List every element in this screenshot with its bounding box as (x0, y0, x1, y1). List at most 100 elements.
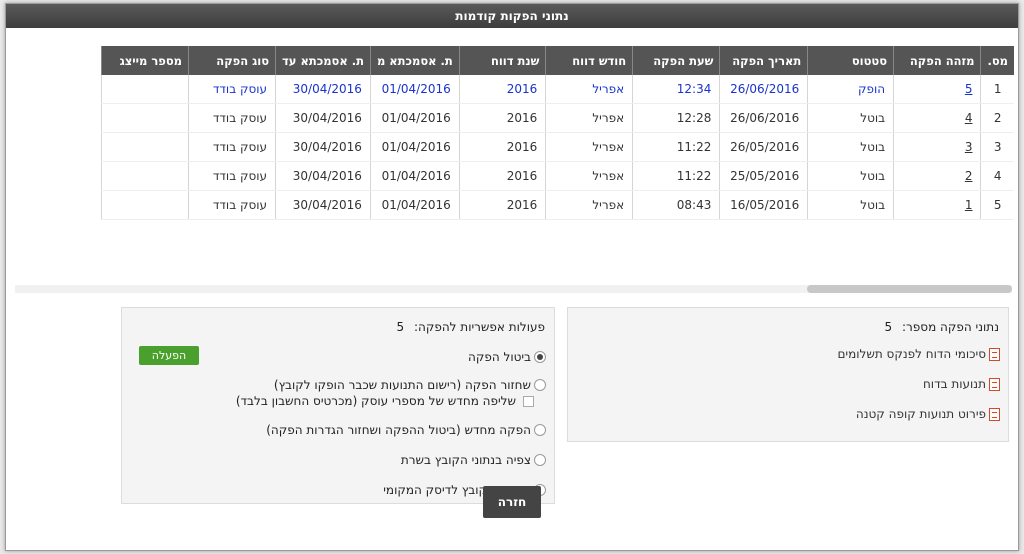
production-id[interactable]: 4 (965, 111, 973, 125)
cell-status: הופק (807, 75, 894, 104)
radio-icon[interactable] (534, 379, 546, 391)
cell-year: 2016 (458, 190, 546, 220)
row-num: 2 (980, 103, 1014, 133)
cell-ref-from: 01/04/2016 (369, 103, 460, 133)
option-label: הפקה מחדש (ביטול ההפקה ושחזור הגדרות הפק… (266, 423, 531, 437)
production-id-link[interactable]: 4 (893, 103, 981, 133)
run-button[interactable]: הפעלה (139, 346, 199, 365)
radio-icon[interactable] (534, 454, 546, 466)
col-header-ref-to[interactable]: ת. אסמכתא עד (275, 46, 371, 75)
cell-status: בוטל (807, 190, 894, 220)
col-header-empty (17, 46, 102, 75)
link-petty-cash[interactable]: פירוט תנועות קופה קטנה (856, 407, 1000, 421)
checkbox-icon[interactable] (523, 395, 534, 407)
table-row[interactable]: 4 2 בוטל 25/05/2016 11:22 אפריל 2016 01/… (17, 161, 1014, 191)
radio-icon[interactable] (534, 424, 546, 436)
cell-ref-to: 30/04/2016 (275, 75, 371, 104)
col-header-rep-number[interactable]: מספר מייצג (100, 46, 189, 75)
option-reproduce[interactable]: הפקה מחדש (ביטול ההפקה ושחזור הגדרות הפק… (266, 423, 546, 437)
production-id-link[interactable]: 1 (893, 190, 981, 220)
link-report-summary[interactable]: סיכומי הדוח לפנקס תשלומים (837, 347, 1000, 361)
col-header-year[interactable]: שנת דווח (458, 46, 546, 75)
cell-type: עוסק בודד (187, 190, 276, 220)
cell-ref-to: 30/04/2016 (275, 190, 371, 220)
cell-ref-from: 01/04/2016 (369, 132, 460, 162)
cell-type: עוסק בודד (187, 103, 276, 133)
cell-year: 2016 (458, 75, 546, 104)
cell-rep-number (100, 190, 189, 220)
productions-grid: מס. מזהה הפקה סטטוס תאריך הפקה שעת הפקה … (17, 46, 1014, 220)
pdf-icon (989, 407, 1000, 421)
cell-empty (17, 104, 101, 133)
col-header-date[interactable]: תאריך הפקה (719, 46, 808, 75)
cell-rep-number (100, 161, 189, 191)
cell-time: 11:22 (632, 161, 720, 191)
table-row[interactable]: 2 4 בוטל 26/06/2016 12:28 אפריל 2016 01/… (17, 103, 1014, 133)
cell-month: אפריל (545, 75, 633, 104)
horizontal-scrollbar[interactable] (15, 285, 1012, 293)
col-header-ref-from[interactable]: ת. אסמכתא מ (369, 46, 460, 75)
row-num: 1 (980, 75, 1014, 104)
info-production-number: 5 (884, 320, 893, 334)
actions-title-text: פעולות אפשריות להפקה: (413, 320, 545, 334)
scrollbar-thumb[interactable] (807, 285, 1012, 293)
back-button[interactable]: חזרה (483, 486, 541, 518)
production-id[interactable]: 1 (965, 198, 973, 212)
col-header-month[interactable]: חודש דווח (545, 46, 633, 75)
cell-ref-from: 01/04/2016 (369, 190, 460, 220)
option-restore[interactable]: שחזור הפקה (רישום התנועות שכבר הופקו לקו… (274, 378, 546, 392)
cell-time: 12:28 (632, 103, 720, 133)
cell-ref-to: 30/04/2016 (275, 132, 371, 162)
pdf-icon (989, 347, 1000, 361)
production-id[interactable]: 3 (965, 140, 973, 154)
production-id-link[interactable]: 3 (893, 132, 981, 162)
option-cancel[interactable]: ביטול הפקה (468, 350, 546, 364)
col-header-type[interactable]: סוג הפקה (187, 46, 276, 75)
link-label[interactable]: סיכומי הדוח לפנקס תשלומים (837, 347, 986, 361)
productions-table: מס. מזהה הפקה סטטוס תאריך הפקה שעת הפקה … (17, 46, 1014, 220)
cell-month: אפריל (545, 103, 633, 133)
cell-date: 25/05/2016 (719, 161, 808, 191)
option-label: ביטול הפקה (468, 350, 531, 364)
option-refetch-checkbox[interactable]: שליפה מחדש של מספרי עוסק (מכרטיס החשבון … (236, 394, 534, 408)
table-row[interactable]: 3 3 בוטל 26/05/2016 11:22 אפריל 2016 01/… (17, 132, 1014, 162)
cell-time: 11:22 (632, 132, 720, 162)
production-id[interactable]: 2 (965, 169, 973, 183)
cell-empty (17, 191, 101, 220)
table-row[interactable]: 1 5 הופק 26/06/2016 12:34 אפריל 2016 01/… (17, 75, 1014, 104)
link-label[interactable]: פירוט תנועות קופה קטנה (856, 407, 986, 421)
info-panel-title: נתוני הפקה מספר: 5 (885, 320, 999, 334)
cell-type: עוסק בודד (187, 132, 276, 162)
option-view-server[interactable]: צפיה בנתוני הקובץ בשרת (401, 453, 546, 467)
dialog: נתוני הפקות קודמות מס. מזהה הפקה סטטוס ת… (5, 3, 1019, 551)
col-header-num[interactable]: מס. (980, 46, 1014, 75)
cell-year: 2016 (458, 103, 546, 133)
cell-rep-number (100, 132, 189, 162)
dialog-title: נתוני הפקות קודמות (6, 4, 1018, 28)
option-label: שחזור הפקה (רישום התנועות שכבר הופקו לקו… (273, 378, 531, 392)
production-id-link[interactable]: 5 (893, 75, 981, 104)
production-id-link[interactable]: 2 (893, 161, 981, 191)
table-row[interactable]: 5 1 בוטל 16/05/2016 08:43 אפריל 2016 01/… (17, 190, 1014, 220)
col-header-time[interactable]: שעת הפקה (632, 46, 720, 75)
cell-type: עוסק בודד (187, 161, 276, 191)
cell-status: בוטל (807, 103, 894, 133)
link-label[interactable]: תנועות בדוח (923, 377, 986, 391)
cell-date: 26/05/2016 (719, 132, 808, 162)
radio-icon[interactable] (534, 351, 546, 363)
cell-empty (17, 133, 101, 162)
pdf-icon (989, 377, 1000, 391)
col-header-id[interactable]: מזהה הפקה (893, 46, 981, 75)
production-id[interactable]: 5 (965, 82, 973, 96)
row-num: 4 (980, 161, 1014, 191)
cell-type: עוסק בודד (187, 75, 276, 104)
production-info-panel: נתוני הפקה מספר: 5 סיכומי הדוח לפנקס תשל… (567, 307, 1009, 442)
link-report-transactions[interactable]: תנועות בדוח (923, 377, 1000, 391)
cell-month: אפריל (545, 190, 633, 220)
cell-status: בוטל (807, 132, 894, 162)
col-header-status[interactable]: סטטוס (807, 46, 894, 75)
cell-time: 12:34 (632, 75, 720, 104)
cell-date: 26/06/2016 (719, 75, 808, 104)
option-label: שליפה מחדש של מספרי עוסק (מכרטיס החשבון … (235, 394, 516, 408)
cell-rep-number (100, 75, 189, 104)
